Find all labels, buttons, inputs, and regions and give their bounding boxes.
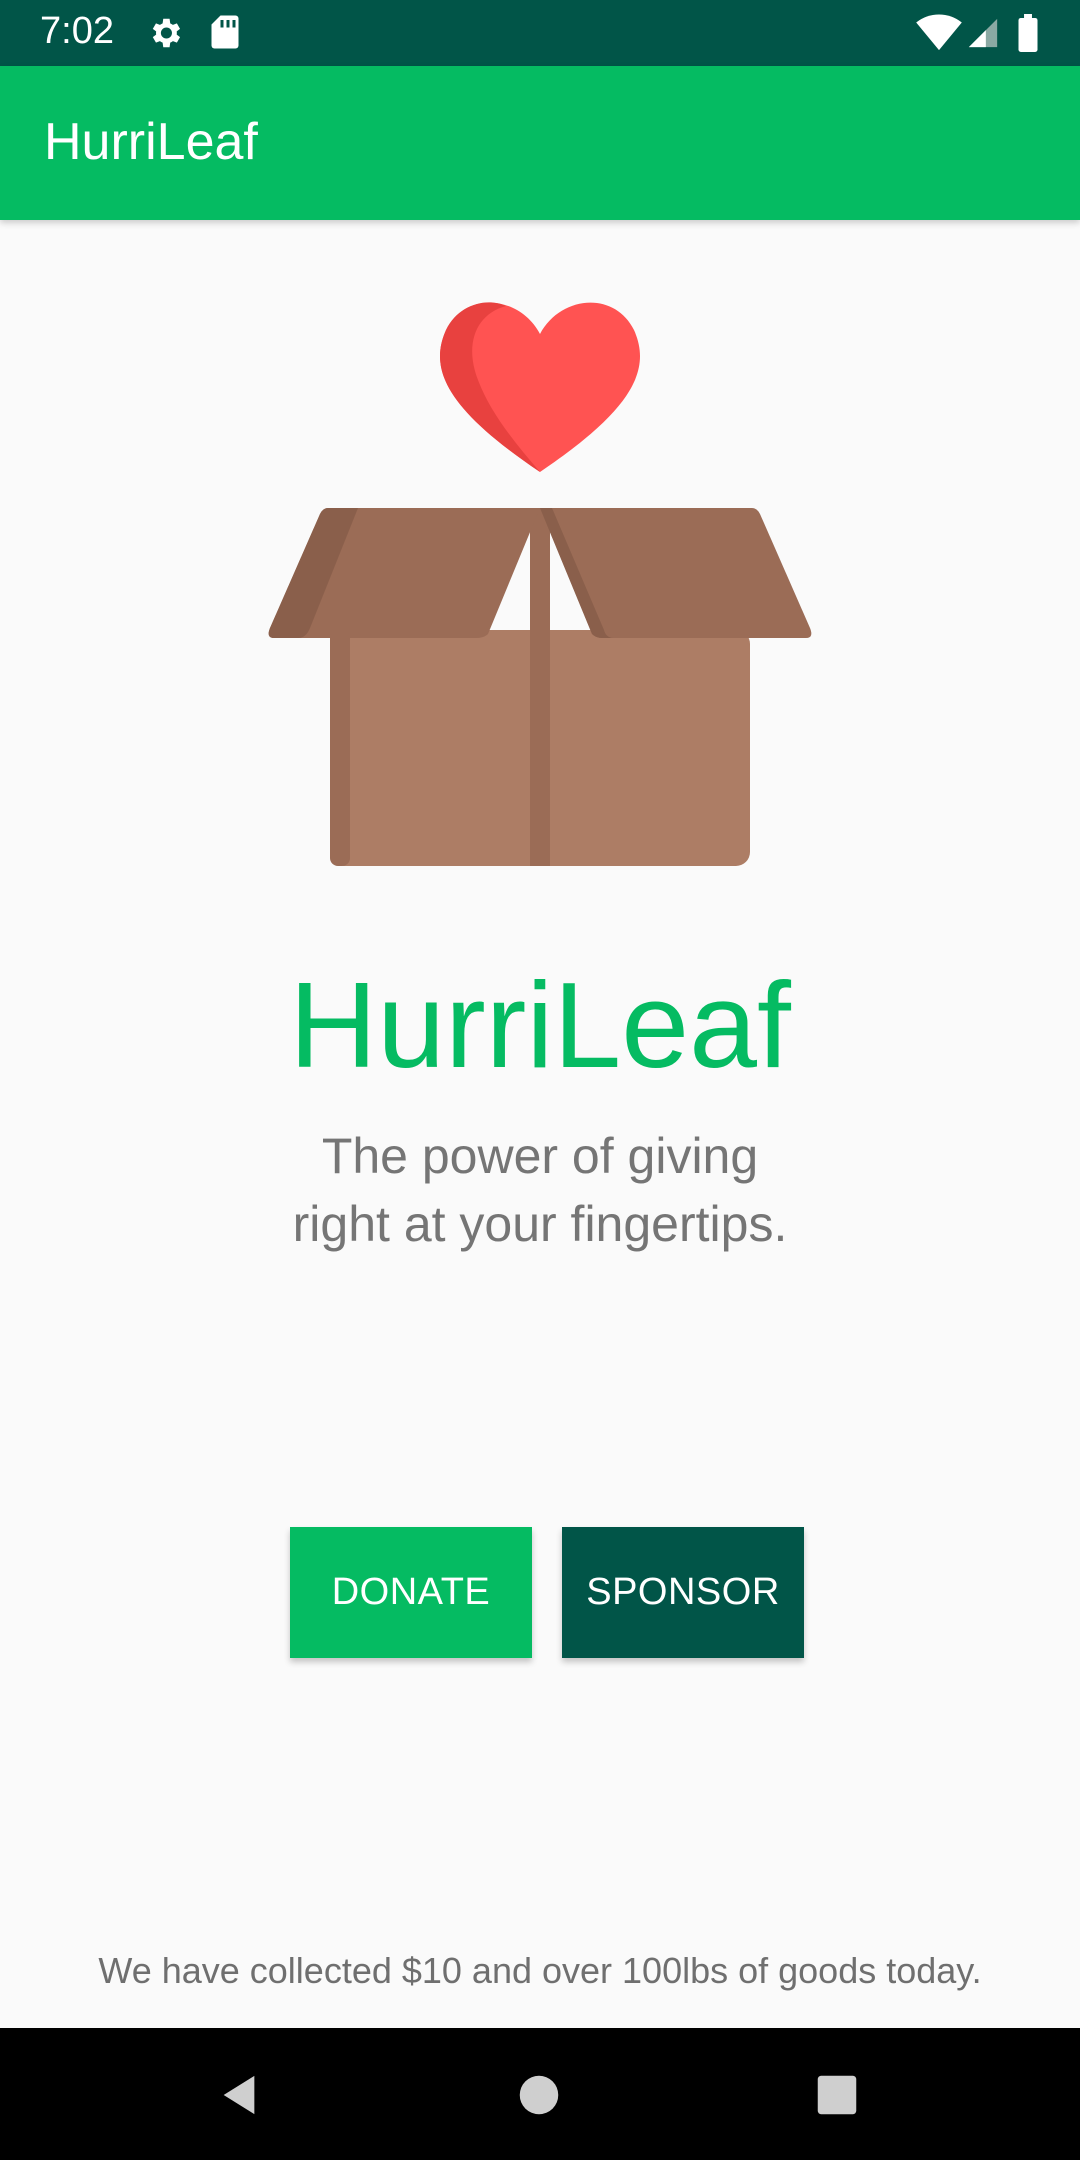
home-icon[interactable] [518,2074,560,2116]
sd-card-icon [211,15,239,49]
brand-title: HurriLeaf [289,957,791,1093]
tagline-line-2: right at your fingertips. [292,1196,788,1252]
tagline: The power of giving right at your finger… [0,1122,1080,1258]
battery-icon [1018,14,1038,52]
tagline-line-1: The power of giving [321,1128,759,1184]
back-icon[interactable] [216,2072,262,2118]
collection-stats-text: We have collected $10 and over 100lbs of… [98,1950,982,1991]
sponsor-button[interactable]: SPONSOR [562,1527,804,1658]
cell-signal-icon [968,18,998,48]
recents-icon[interactable] [816,2074,858,2116]
heart-icon [439,302,641,472]
heart-box-illustration [268,302,812,866]
status-time: 7:02 [40,10,114,52]
status-bar: 7:02 [0,0,1080,66]
box-icon [268,508,812,866]
navigation-bar [0,2028,1080,2160]
app-bar-title: HurriLeaf [44,113,258,171]
wifi-icon [916,14,962,51]
gear-icon [152,18,181,48]
donate-button[interactable]: DONATE [290,1527,532,1658]
app-bar: HurriLeaf [0,66,1080,220]
